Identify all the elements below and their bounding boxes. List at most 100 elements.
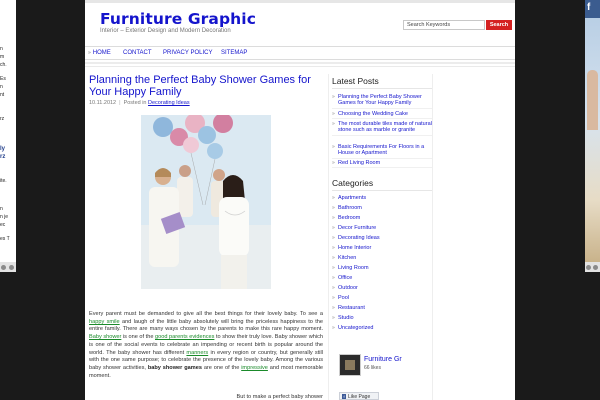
chevron-right-icon: » (332, 245, 335, 251)
post-photo (141, 115, 271, 289)
latest-post-item[interactable]: » Red Living Room (332, 160, 432, 169)
nav-item-privacy-policy[interactable]: PRIVACY POLICY (163, 50, 212, 56)
category-item[interactable]: » Pool (332, 295, 432, 301)
categories-title: Categories (332, 178, 374, 188)
category-link[interactable]: Uncategorized (338, 325, 432, 331)
nav-item-sitemap[interactable]: SITEMAP (221, 50, 247, 56)
page-avatar[interactable] (339, 354, 361, 376)
left-ad-text: ec (0, 222, 6, 228)
item-divider (332, 107, 432, 109)
post-body: Every parent must be demanded to give al… (89, 311, 323, 380)
category-item[interactable]: » Uncategorized (332, 325, 432, 331)
category-item[interactable]: » Living Room (332, 265, 432, 271)
left-ad-text: ch. (0, 62, 7, 68)
inline-link[interactable]: manners (186, 350, 208, 356)
left-ad-controls[interactable] (0, 262, 16, 272)
category-item[interactable]: » Decor Furniture (332, 225, 432, 231)
latest-post-item[interactable]: » Basic Requirements For Floors in a Hous… (332, 144, 432, 159)
inline-link[interactable]: impressive (241, 365, 268, 371)
left-ad-text: es T (0, 236, 10, 242)
latest-post-item[interactable]: » Choosing the Wedding Cake (332, 111, 432, 120)
nav-item-home[interactable]: » HOME (88, 50, 111, 56)
post-category-link[interactable]: Decorating Ideas (148, 100, 190, 106)
search-input[interactable]: Search Keywords (403, 20, 485, 30)
category-link[interactable]: Decor Furniture (338, 225, 432, 231)
category-item[interactable]: » Apartments (332, 195, 432, 201)
category-item[interactable]: » Office (332, 275, 432, 281)
right-ad-controls[interactable] (585, 262, 600, 272)
search-button[interactable]: Search (486, 20, 512, 30)
category-link[interactable]: Living Room (338, 265, 432, 271)
post-text-continued: But to make a perfect baby shower (236, 394, 323, 400)
main-nav: » HOME CONTACT PRIVACY POLICY SITEMAP (85, 46, 515, 64)
latest-post-link[interactable]: Planning the Perfect Baby Shower Games f… (338, 94, 432, 107)
latest-post-link[interactable]: Basic Requirements For Floors in a House… (338, 144, 432, 157)
category-item[interactable]: » Studio (332, 315, 432, 321)
latest-post-link[interactable]: Red Living Room (338, 160, 432, 166)
category-link[interactable]: Studio (338, 315, 432, 321)
chevron-right-icon: » (332, 195, 335, 201)
nav-underline (85, 62, 515, 64)
category-link[interactable]: Restaurant (338, 305, 432, 311)
latest-post-item[interactable]: » The most durable tiles made of natural … (332, 121, 432, 136)
chevron-right-icon: » (332, 111, 335, 117)
next-dot-icon[interactable] (593, 265, 598, 270)
post-meta: 10.11.2012 | Posted in Decorating Ideas (89, 100, 190, 106)
left-ad-text: nt (0, 92, 5, 98)
left-ad-text: n (0, 46, 3, 52)
inline-link[interactable]: happy smile (89, 319, 120, 325)
left-ad-text: n (0, 84, 3, 90)
latest-post-link[interactable]: The most durable tiles made of natural s… (338, 121, 432, 134)
prev-dot-icon[interactable] (1, 265, 6, 270)
latest-post-link[interactable]: Choosing the Wedding Cake (338, 111, 432, 117)
chevron-right-icon: » (332, 205, 335, 211)
category-link[interactable]: Kitchen (338, 255, 432, 261)
post-date: 10.11.2012 (89, 100, 117, 106)
inline-link[interactable]: good parents evidences (155, 334, 214, 340)
category-link[interactable]: Apartments (338, 195, 432, 201)
site-title-link[interactable]: Furniture Graphic (100, 10, 256, 28)
baby-shower-photo (141, 115, 271, 289)
sidebar: Latest Posts » Planning the Perfect Baby … (328, 74, 433, 400)
category-item[interactable]: » Kitchen (332, 255, 432, 261)
category-link[interactable]: Office (338, 275, 432, 281)
category-item[interactable]: » Decorating Ideas (332, 235, 432, 241)
nav-item-contact[interactable]: CONTACT (123, 50, 152, 56)
right-ad-panel[interactable]: f (585, 0, 600, 272)
category-link[interactable]: Home Interior (338, 245, 432, 251)
chevron-right-icon: » (332, 215, 335, 221)
left-ad-text: Es (0, 76, 6, 82)
chevron-right-icon: » (332, 315, 335, 321)
latest-post-item[interactable]: » Planning the Perfect Baby Shower Games … (332, 94, 432, 109)
post-text: is one of the (121, 334, 155, 341)
post-text: Every parent must be demanded to give al… (89, 311, 323, 317)
category-link[interactable]: Decorating Ideas (338, 235, 432, 241)
item-divider (332, 134, 432, 136)
category-item[interactable]: » Bathroom (332, 205, 432, 211)
category-link[interactable]: Bedroom (338, 215, 432, 221)
next-dot-icon[interactable] (9, 265, 14, 270)
category-link[interactable]: Bathroom (338, 205, 432, 211)
prev-dot-icon[interactable] (586, 265, 591, 270)
facebook-page-name[interactable]: Furniture Gr (364, 356, 402, 363)
item-divider (332, 157, 432, 159)
chevron-right-icon: » (332, 305, 335, 311)
category-link[interactable]: Outdoor (338, 285, 432, 291)
left-ad-text: rz (0, 154, 6, 160)
category-item[interactable]: » Bedroom (332, 215, 432, 221)
post-title-link[interactable]: Planning the Perfect Baby Shower Games f… (89, 74, 324, 98)
facebook-page-widget[interactable]: Furniture Gr 66 likes f Like Page (332, 352, 432, 400)
category-link[interactable]: Pool (338, 295, 432, 301)
left-ad-text: rz (0, 116, 5, 122)
category-item[interactable]: » Restaurant (332, 305, 432, 311)
nav-label: SITEMAP (221, 50, 248, 56)
category-item[interactable]: » Outdoor (332, 285, 432, 291)
category-item[interactable]: » Home Interior (332, 245, 432, 251)
inline-link[interactable]: Baby shower (89, 334, 121, 340)
nav-label: CONTACT (123, 50, 152, 56)
like-page-button[interactable]: f Like Page (339, 392, 379, 400)
left-ad-text: m (0, 54, 5, 60)
left-ad-panel[interactable]: n m ch. Es n nt rz ly rz ite. n n je ec … (0, 0, 16, 272)
top-strip (85, 0, 515, 3)
left-ad-text: n je (0, 214, 9, 220)
